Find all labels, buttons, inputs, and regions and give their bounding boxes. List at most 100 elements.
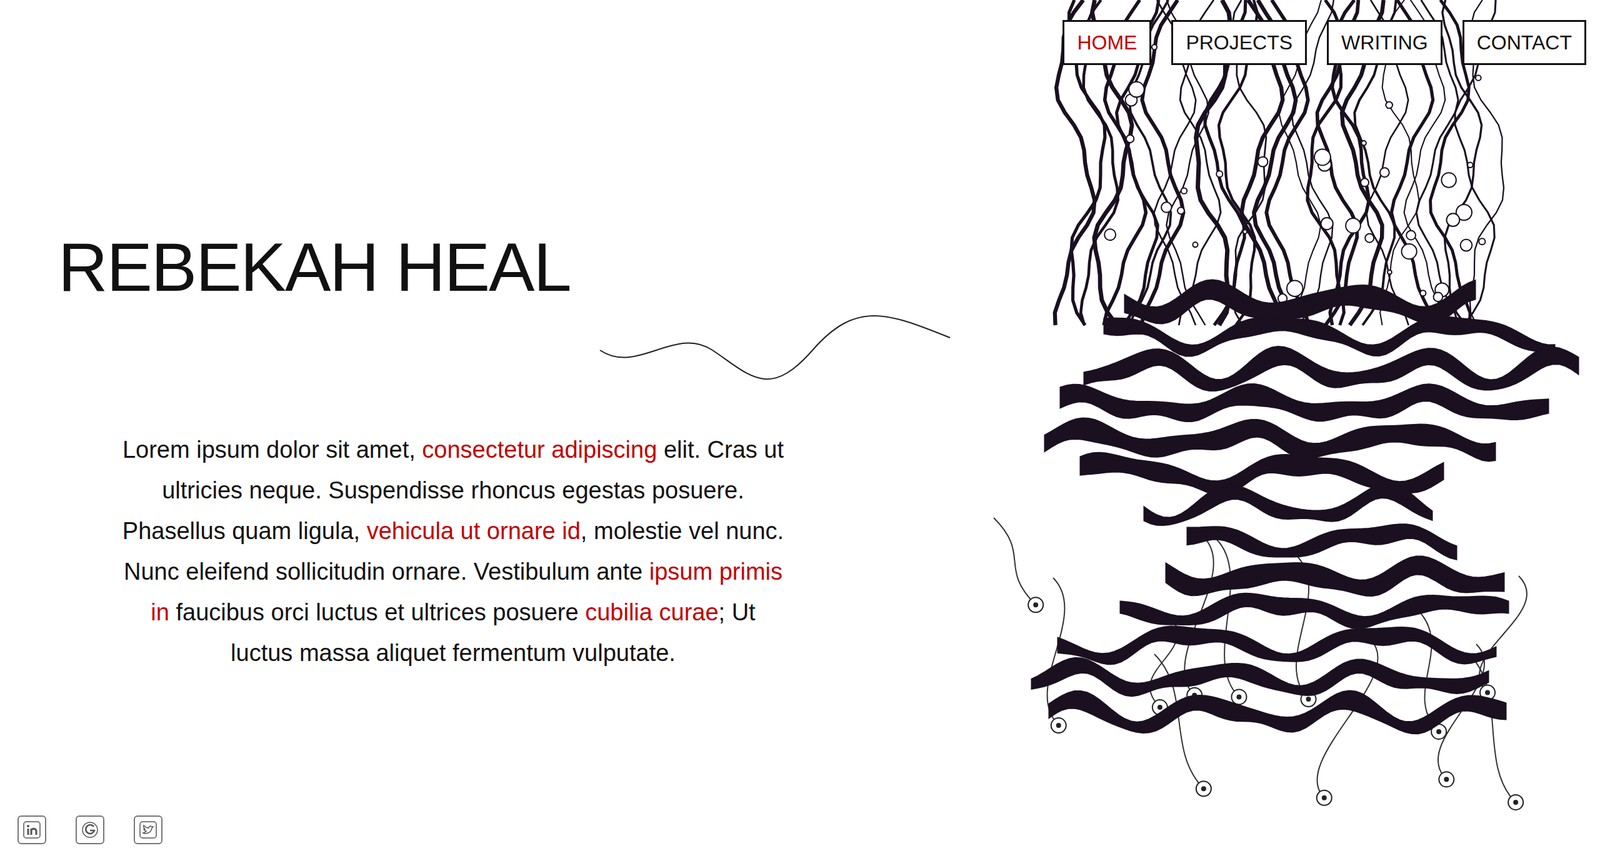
social-button[interactable] [133, 815, 163, 844]
spot [1126, 135, 1134, 143]
tendril [993, 517, 1036, 605]
nav-item[interactable]: PROJECTS [1171, 20, 1307, 65]
social-button[interactable] [17, 815, 47, 844]
spot [1360, 178, 1369, 187]
ink-band [1144, 483, 1432, 525]
ink-band [1031, 657, 1489, 695]
tendril-bud [1301, 691, 1317, 707]
tendril [1479, 575, 1527, 693]
tendril-core [1201, 785, 1207, 791]
thread-line [600, 315, 950, 379]
spot [1380, 167, 1390, 177]
spot [1286, 280, 1304, 297]
tendril [1184, 536, 1214, 695]
nav-item[interactable]: WRITING [1326, 20, 1443, 65]
tendril-core [1443, 776, 1449, 782]
ink-band [1187, 524, 1457, 559]
tendril-core [1485, 690, 1490, 695]
main-nav: HOME PROJECTS WRITING CONTACT [0, 0, 1600, 65]
tendril-core [1306, 696, 1312, 702]
intro-link[interactable]: consectetur adipiscing [421, 436, 657, 463]
ink-illustration [0, 0, 1600, 858]
tendril-core [1056, 722, 1062, 728]
spot [1420, 290, 1426, 296]
spot [1161, 201, 1172, 212]
tendril-core [1191, 692, 1197, 698]
tendril [1417, 609, 1439, 732]
spot [1345, 218, 1361, 234]
intro-span: Lorem ipsum dolor sit amet, [122, 436, 422, 463]
spot [1406, 230, 1416, 240]
spot [1435, 282, 1449, 297]
tendril [1470, 655, 1516, 802]
spot [1446, 213, 1460, 227]
spot [1177, 207, 1185, 215]
tendrils [993, 517, 1527, 810]
tendril-bud [1196, 780, 1212, 796]
spot [1365, 233, 1374, 243]
spot [1181, 187, 1187, 194]
intro-text: Lorem ipsum dolor sit amet, consectetur … [120, 429, 786, 674]
ink-band [1049, 690, 1506, 734]
ink-band [1045, 418, 1495, 461]
social-button[interactable] [75, 815, 105, 844]
intro-span: faucibus orci luctus et ultrices posuere [169, 598, 585, 625]
spot [1387, 270, 1392, 275]
spot [1314, 149, 1331, 166]
spot [1478, 238, 1485, 245]
ink-band [1058, 626, 1496, 664]
tendril-bud [1186, 687, 1202, 703]
spot [1361, 140, 1367, 146]
spot [1456, 204, 1472, 220]
tendril [1296, 555, 1309, 699]
spot [1401, 243, 1417, 259]
ink-band [1120, 593, 1509, 628]
tendril-core [1033, 601, 1039, 607]
ink-band [1060, 384, 1549, 422]
tendril-bud [1316, 790, 1332, 805]
ink-band [1166, 556, 1504, 596]
site-title: REBEKAH HEAL [58, 228, 1600, 305]
spot [1385, 101, 1393, 109]
ink-band [1080, 452, 1444, 495]
intro-link[interactable]: vehicula ut ornare id [366, 517, 581, 544]
nav-item[interactable]: HOME [1062, 20, 1152, 65]
tendril-bud [1438, 771, 1454, 787]
home-page: HOME PROJECTS WRITING CONTACT REBEKAH HEAL … [0, 0, 1600, 858]
ink-band [1125, 280, 1475, 324]
tendril-bud [1431, 723, 1447, 739]
tendril-core [1513, 799, 1519, 805]
tendril [1154, 653, 1204, 789]
ink-bands [1031, 280, 1579, 734]
tendril-core [1236, 693, 1242, 699]
spot [1318, 157, 1332, 171]
spot [1460, 239, 1473, 252]
intro-section: REBEKAH HEAL Lorem ipsum dolor sit amet,… [0, 65, 1600, 815]
google-icon [80, 820, 100, 839]
spot [1467, 162, 1473, 168]
tendril-core [1157, 704, 1163, 710]
spot [1258, 156, 1269, 167]
tendril-bud [1152, 699, 1168, 715]
spot [1128, 81, 1144, 97]
social-links [0, 815, 1600, 858]
spot [1433, 291, 1444, 302]
tendril-bud [1028, 596, 1044, 612]
spot [1216, 170, 1223, 177]
tendril [1316, 639, 1378, 798]
tendril [1438, 643, 1485, 779]
spot [1125, 94, 1138, 107]
spot [1278, 293, 1287, 303]
intro-link[interactable]: cubilia curae [585, 598, 719, 625]
tendril [1047, 577, 1065, 725]
nav-item[interactable]: CONTACT [1462, 20, 1587, 65]
tendril [1150, 613, 1178, 707]
tendril-core [1321, 795, 1327, 800]
tendril-bud [1480, 685, 1495, 700]
tendril-bud [1508, 794, 1524, 810]
linkedin-icon [22, 820, 42, 839]
tendril [1216, 538, 1239, 697]
spot [1151, 44, 1157, 50]
spot [1192, 241, 1198, 247]
spot [1475, 75, 1482, 81]
